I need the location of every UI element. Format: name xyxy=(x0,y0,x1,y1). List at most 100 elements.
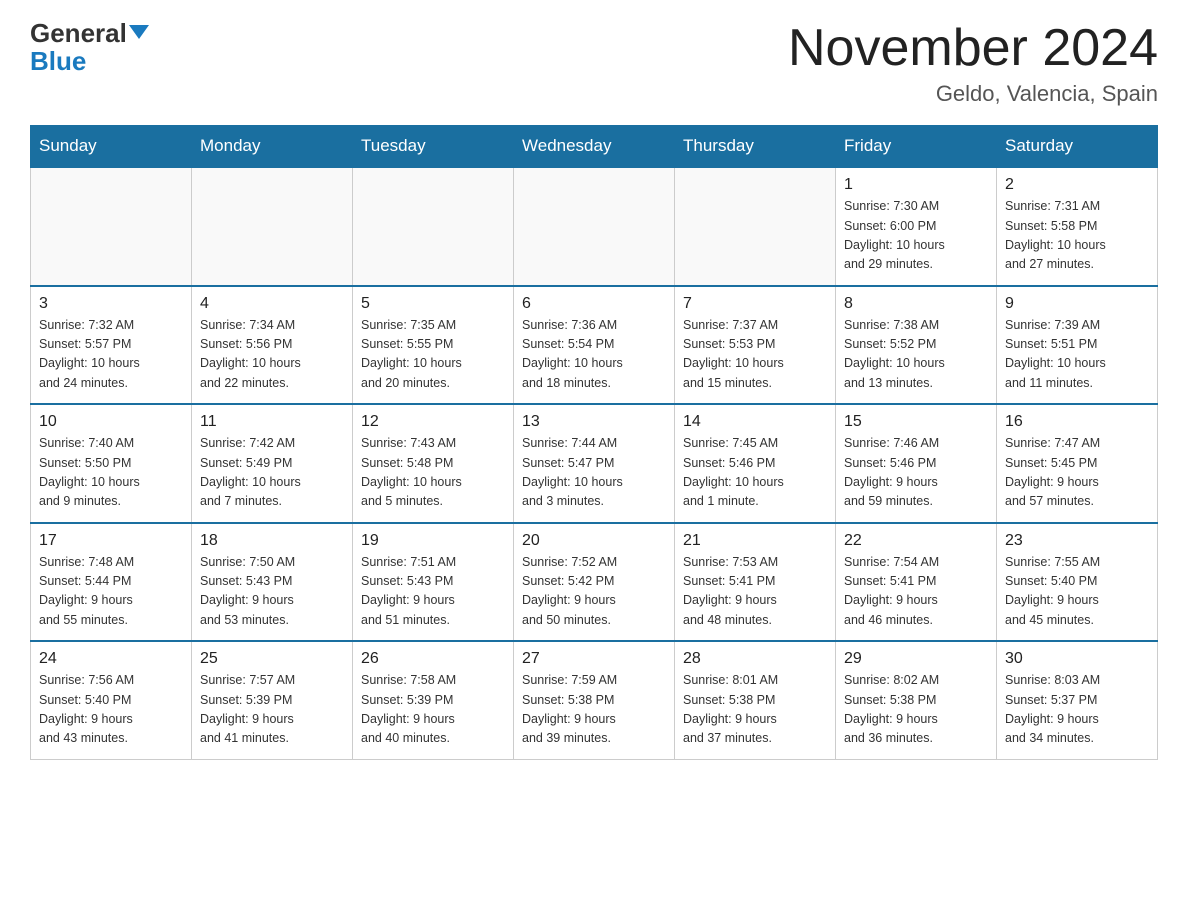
calendar-header-friday: Friday xyxy=(836,126,997,168)
day-info: Sunrise: 7:35 AMSunset: 5:55 PMDaylight:… xyxy=(361,316,505,394)
day-info: Sunrise: 7:37 AMSunset: 5:53 PMDaylight:… xyxy=(683,316,827,394)
week-row-2: 3 Sunrise: 7:32 AMSunset: 5:57 PMDaylight… xyxy=(31,286,1158,405)
calendar-cell: 7 Sunrise: 7:37 AMSunset: 5:53 PMDaylight… xyxy=(675,286,836,405)
calendar-cell: 12 Sunrise: 7:43 AMSunset: 5:48 PMDayligh… xyxy=(353,404,514,523)
day-info: Sunrise: 7:53 AMSunset: 5:41 PMDaylight:… xyxy=(683,553,827,631)
calendar-cell: 9Sunrise: 7:39 AMSunset: 5:51 PMDaylight… xyxy=(997,286,1158,405)
day-number: 6 xyxy=(522,295,666,313)
day-info: Sunrise: 7:51 AMSunset: 5:43 PMDaylight:… xyxy=(361,553,505,631)
calendar-cell xyxy=(675,167,836,286)
calendar-cell: 11Sunrise: 7:42 AMSunset: 5:49 PMDayligh… xyxy=(192,404,353,523)
day-number: 9 xyxy=(1005,295,1149,313)
calendar-cell: 2 Sunrise: 7:31 AMSunset: 5:58 PMDaylight… xyxy=(997,167,1158,286)
calendar-cell xyxy=(31,167,192,286)
day-info: Sunrise: 7:32 AMSunset: 5:57 PMDaylight:… xyxy=(39,316,183,394)
day-number: 30 xyxy=(1005,650,1149,668)
calendar-title: November 2024 xyxy=(788,20,1158,77)
day-info: Sunrise: 7:50 AMSunset: 5:43 PMDaylight:… xyxy=(200,553,344,631)
day-info: Sunrise: 7:43 AMSunset: 5:48 PMDaylight:… xyxy=(361,434,505,512)
day-number: 20 xyxy=(522,532,666,550)
calendar-cell: 29 Sunrise: 8:02 AMSunset: 5:38 PMDayligh… xyxy=(836,641,997,759)
day-number: 10 xyxy=(39,413,183,431)
day-info: Sunrise: 7:36 AMSunset: 5:54 PMDaylight:… xyxy=(522,316,666,394)
calendar-cell: 16Sunrise: 7:47 AMSunset: 5:45 PMDayligh… xyxy=(997,404,1158,523)
day-info: Sunrise: 7:48 AMSunset: 5:44 PMDaylight:… xyxy=(39,553,183,631)
calendar-cell: 17Sunrise: 7:48 AMSunset: 5:44 PMDayligh… xyxy=(31,523,192,642)
calendar-header-row: SundayMondayTuesdayWednesdayThursdayFrid… xyxy=(31,126,1158,168)
logo-triangle-icon xyxy=(129,25,149,39)
calendar-cell xyxy=(514,167,675,286)
day-number: 11 xyxy=(200,413,344,431)
calendar-cell: 1 Sunrise: 7:30 AMSunset: 6:00 PMDaylight… xyxy=(836,167,997,286)
calendar-cell: 24 Sunrise: 7:56 AMSunset: 5:40 PMDayligh… xyxy=(31,641,192,759)
calendar-cell xyxy=(353,167,514,286)
calendar-cell: 6 Sunrise: 7:36 AMSunset: 5:54 PMDaylight… xyxy=(514,286,675,405)
calendar-cell: 27 Sunrise: 7:59 AMSunset: 5:38 PMDayligh… xyxy=(514,641,675,759)
calendar-header-saturday: Saturday xyxy=(997,126,1158,168)
day-number: 19 xyxy=(361,532,505,550)
day-info: Sunrise: 7:57 AMSunset: 5:39 PMDaylight:… xyxy=(200,671,344,749)
day-number: 1 xyxy=(844,176,988,194)
day-info: Sunrise: 7:56 AMSunset: 5:40 PMDaylight:… xyxy=(39,671,183,749)
calendar-cell: 20 Sunrise: 7:52 AMSunset: 5:42 PMDayligh… xyxy=(514,523,675,642)
calendar-table: SundayMondayTuesdayWednesdayThursdayFrid… xyxy=(30,125,1158,760)
calendar-cell xyxy=(192,167,353,286)
day-number: 14 xyxy=(683,413,827,431)
calendar-cell: 28 Sunrise: 8:01 AMSunset: 5:38 PMDayligh… xyxy=(675,641,836,759)
day-info: Sunrise: 7:52 AMSunset: 5:42 PMDaylight:… xyxy=(522,553,666,631)
day-number: 3 xyxy=(39,295,183,313)
calendar-cell: 3 Sunrise: 7:32 AMSunset: 5:57 PMDaylight… xyxy=(31,286,192,405)
day-number: 23 xyxy=(1005,532,1149,550)
calendar-header-thursday: Thursday xyxy=(675,126,836,168)
day-number: 24 xyxy=(39,650,183,668)
week-row-5: 24 Sunrise: 7:56 AMSunset: 5:40 PMDayligh… xyxy=(31,641,1158,759)
day-number: 7 xyxy=(683,295,827,313)
logo-line2: Blue xyxy=(30,48,86,74)
calendar-cell: 23Sunrise: 7:55 AMSunset: 5:40 PMDayligh… xyxy=(997,523,1158,642)
calendar-header-wednesday: Wednesday xyxy=(514,126,675,168)
day-info: Sunrise: 8:03 AMSunset: 5:37 PMDaylight:… xyxy=(1005,671,1149,749)
calendar-cell: 19 Sunrise: 7:51 AMSunset: 5:43 PMDayligh… xyxy=(353,523,514,642)
day-number: 28 xyxy=(683,650,827,668)
day-info: Sunrise: 7:38 AMSunset: 5:52 PMDaylight:… xyxy=(844,316,988,394)
day-info: Sunrise: 7:47 AMSunset: 5:45 PMDaylight:… xyxy=(1005,434,1149,512)
day-number: 13 xyxy=(522,413,666,431)
calendar-cell: 30 Sunrise: 8:03 AMSunset: 5:37 PMDayligh… xyxy=(997,641,1158,759)
day-info: Sunrise: 8:02 AMSunset: 5:38 PMDaylight:… xyxy=(844,671,988,749)
calendar-cell: 25 Sunrise: 7:57 AMSunset: 5:39 PMDayligh… xyxy=(192,641,353,759)
day-number: 29 xyxy=(844,650,988,668)
day-info: Sunrise: 7:58 AMSunset: 5:39 PMDaylight:… xyxy=(361,671,505,749)
day-info: Sunrise: 7:45 AMSunset: 5:46 PMDaylight:… xyxy=(683,434,827,512)
calendar-cell: 14 Sunrise: 7:45 AMSunset: 5:46 PMDayligh… xyxy=(675,404,836,523)
calendar-cell: 8Sunrise: 7:38 AMSunset: 5:52 PMDaylight… xyxy=(836,286,997,405)
title-block: November 2024 Geldo, Valencia, Spain xyxy=(788,20,1158,107)
day-number: 5 xyxy=(361,295,505,313)
day-number: 25 xyxy=(200,650,344,668)
day-info: Sunrise: 7:46 AMSunset: 5:46 PMDaylight:… xyxy=(844,434,988,512)
day-number: 12 xyxy=(361,413,505,431)
calendar-header-monday: Monday xyxy=(192,126,353,168)
day-info: Sunrise: 7:30 AMSunset: 6:00 PMDaylight:… xyxy=(844,197,988,275)
day-number: 26 xyxy=(361,650,505,668)
day-number: 4 xyxy=(200,295,344,313)
calendar-cell: 21Sunrise: 7:53 AMSunset: 5:41 PMDayligh… xyxy=(675,523,836,642)
logo: General Blue xyxy=(30,20,149,74)
day-info: Sunrise: 7:59 AMSunset: 5:38 PMDaylight:… xyxy=(522,671,666,749)
calendar-subtitle: Geldo, Valencia, Spain xyxy=(788,81,1158,107)
day-number: 2 xyxy=(1005,176,1149,194)
day-number: 27 xyxy=(522,650,666,668)
calendar-cell: 4Sunrise: 7:34 AMSunset: 5:56 PMDaylight… xyxy=(192,286,353,405)
day-info: Sunrise: 8:01 AMSunset: 5:38 PMDaylight:… xyxy=(683,671,827,749)
calendar-cell: 26 Sunrise: 7:58 AMSunset: 5:39 PMDayligh… xyxy=(353,641,514,759)
week-row-4: 17Sunrise: 7:48 AMSunset: 5:44 PMDayligh… xyxy=(31,523,1158,642)
day-info: Sunrise: 7:31 AMSunset: 5:58 PMDaylight:… xyxy=(1005,197,1149,275)
calendar-header-tuesday: Tuesday xyxy=(353,126,514,168)
calendar-header-sunday: Sunday xyxy=(31,126,192,168)
calendar-cell: 10Sunrise: 7:40 AMSunset: 5:50 PMDayligh… xyxy=(31,404,192,523)
day-number: 15 xyxy=(844,413,988,431)
week-row-3: 10Sunrise: 7:40 AMSunset: 5:50 PMDayligh… xyxy=(31,404,1158,523)
calendar-cell: 22Sunrise: 7:54 AMSunset: 5:41 PMDayligh… xyxy=(836,523,997,642)
calendar-cell: 5 Sunrise: 7:35 AMSunset: 5:55 PMDaylight… xyxy=(353,286,514,405)
calendar-cell: 15 Sunrise: 7:46 AMSunset: 5:46 PMDayligh… xyxy=(836,404,997,523)
calendar-cell: 18Sunrise: 7:50 AMSunset: 5:43 PMDayligh… xyxy=(192,523,353,642)
